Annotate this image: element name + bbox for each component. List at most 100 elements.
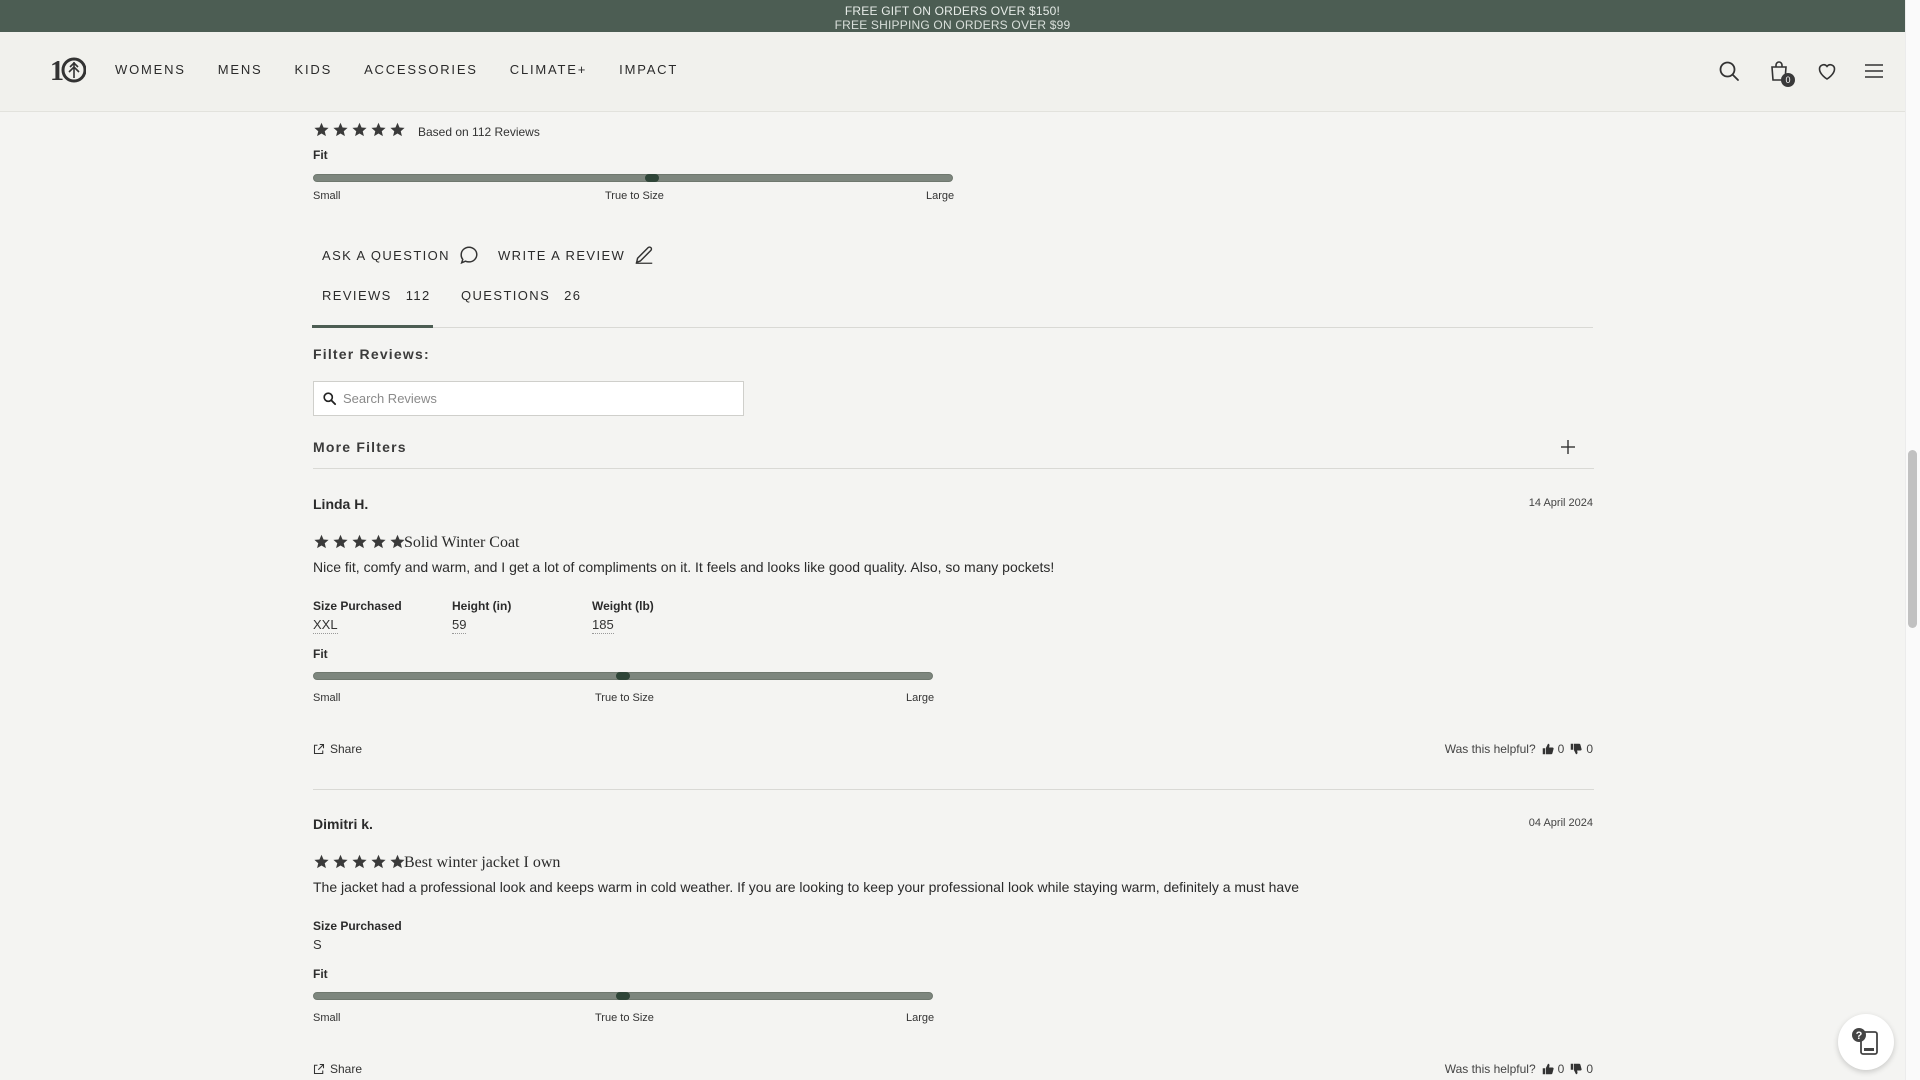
tab-reviews[interactable]: REVIEWS 112 bbox=[322, 288, 431, 303]
svg-text:?: ? bbox=[1856, 1030, 1863, 1042]
star-icon bbox=[313, 533, 330, 550]
thumbs-down-icon bbox=[1571, 743, 1582, 755]
reviewer-name: Dimitri k. bbox=[313, 816, 373, 832]
fit-mid-label: True to Size bbox=[605, 190, 664, 202]
thumbs-up-button[interactable]: 0 bbox=[1542, 1062, 1564, 1076]
tab-questions-label: QUESTIONS bbox=[461, 288, 551, 303]
nav-impact[interactable]: IMPACT bbox=[619, 62, 678, 77]
star-icon bbox=[351, 121, 368, 138]
nav-kids[interactable]: KIDS bbox=[295, 62, 333, 77]
review-fit-bar bbox=[313, 672, 933, 680]
share-button[interactable]: Share bbox=[313, 742, 362, 756]
summary-fit-label: Fit bbox=[313, 148, 328, 162]
fit-max-label: Large bbox=[906, 1012, 935, 1024]
write-review-label: WRITE A REVIEW bbox=[498, 247, 626, 263]
review-count-summary: Based on 112 Reviews bbox=[418, 125, 540, 139]
nav-mens[interactable]: MENS bbox=[218, 62, 263, 77]
heart-icon[interactable] bbox=[1815, 59, 1839, 83]
attr-value-weight: 185 bbox=[592, 617, 614, 634]
nav-accessories[interactable]: ACCESSORIES bbox=[364, 62, 478, 77]
pencil-icon bbox=[635, 246, 653, 264]
thumbs-down-button[interactable]: 0 bbox=[1570, 1062, 1593, 1076]
fit-mid-label: True to Size bbox=[595, 692, 654, 704]
star-icon bbox=[370, 121, 387, 138]
search-reviews-input[interactable] bbox=[343, 391, 733, 406]
star-icon bbox=[370, 533, 387, 550]
hamburger-menu-icon[interactable] bbox=[1862, 59, 1886, 83]
fit-marker bbox=[616, 672, 630, 680]
attr-label-size: Size Purchased bbox=[313, 919, 402, 933]
tab-reviews-count: 112 bbox=[405, 288, 431, 303]
write-review-button[interactable]: WRITE A REVIEW bbox=[498, 244, 655, 266]
share-icon bbox=[313, 743, 325, 755]
speech-bubble-icon bbox=[460, 246, 478, 265]
fit-marker bbox=[616, 992, 630, 1000]
attr-label-weight: Weight (lb) bbox=[592, 599, 654, 613]
announcement-text-secondary: FREE SHIPPING ON ORDERS OVER $99 bbox=[834, 18, 1071, 32]
fit-min-label: Small bbox=[313, 692, 341, 704]
share-label: Share bbox=[330, 1062, 363, 1076]
attr-value-height: 59 bbox=[452, 617, 467, 634]
tab-questions-count: 26 bbox=[564, 288, 582, 303]
filter-reviews-title: Filter Reviews: bbox=[313, 346, 430, 362]
plus-icon bbox=[1561, 440, 1575, 454]
tab-reviews-label: REVIEWS bbox=[322, 288, 392, 303]
scrollbar-thumb[interactable] bbox=[1908, 450, 1917, 628]
review-title: Solid Winter Coat bbox=[404, 534, 520, 551]
announcement-text: FREE GIFT ON ORDERS OVER $150! bbox=[844, 4, 1061, 18]
ask-question-label: ASK A QUESTION bbox=[322, 247, 450, 263]
bag-count-badge: 0 bbox=[1781, 73, 1795, 87]
star-icon bbox=[313, 853, 330, 870]
star-icon bbox=[351, 853, 368, 870]
ask-question-button[interactable]: ASK A QUESTION bbox=[322, 244, 480, 266]
tabs-divider bbox=[312, 327, 1593, 328]
review-title: Best winter jacket I own bbox=[404, 854, 561, 871]
active-tab-indicator bbox=[312, 325, 433, 328]
review-fit-label: Fit bbox=[313, 967, 328, 981]
review-body: The jacket had a professional look and k… bbox=[313, 879, 1299, 895]
main-nav: WOMENS MENS KIDS ACCESSORIES CLIMATE+ IM… bbox=[115, 62, 710, 77]
star-icon bbox=[370, 853, 387, 870]
site-header: 1 WOMENS MENS KIDS ACCESSORIES CLIMATE+ … bbox=[0, 32, 1905, 112]
star-icon bbox=[332, 853, 349, 870]
nav-climate[interactable]: CLIMATE+ bbox=[510, 62, 587, 77]
fit-marker bbox=[645, 174, 660, 182]
thumbs-down-count: 0 bbox=[1586, 742, 1593, 756]
fit-mid-label: True to Size bbox=[595, 1012, 654, 1024]
fit-min-label: Small bbox=[313, 1012, 341, 1024]
review-fit-label: Fit bbox=[313, 647, 328, 661]
thumbs-down-button[interactable]: 0 bbox=[1570, 742, 1593, 756]
review-date: 14 April 2024 bbox=[1528, 497, 1593, 509]
share-label: Share bbox=[330, 742, 363, 756]
summary-fit-bar bbox=[313, 174, 953, 182]
attr-label-size: Size Purchased bbox=[313, 599, 402, 613]
star-icon bbox=[351, 533, 368, 550]
help-chat-button[interactable]: ? bbox=[1838, 1014, 1894, 1070]
thumbs-up-button[interactable]: 0 bbox=[1542, 742, 1565, 756]
review-date: 04 April 2024 bbox=[1528, 817, 1593, 829]
search-icon[interactable] bbox=[1717, 59, 1741, 83]
thumbs-up-count: 0 bbox=[1557, 742, 1565, 756]
summary-star-rating bbox=[313, 121, 406, 138]
star-icon bbox=[313, 121, 330, 138]
search-icon bbox=[323, 392, 337, 406]
brand-logo-icon[interactable]: 1 bbox=[50, 55, 86, 85]
nav-womens[interactable]: WOMENS bbox=[115, 62, 186, 77]
review-divider bbox=[313, 789, 1594, 790]
more-filters-toggle[interactable]: More Filters bbox=[313, 437, 1594, 469]
thumbs-down-icon bbox=[1571, 1063, 1582, 1075]
helpful-label: Was this helpful? bbox=[1444, 1062, 1536, 1076]
thumbs-up-icon bbox=[1542, 1063, 1554, 1075]
share-button[interactable]: Share bbox=[313, 1062, 362, 1076]
reviewer-name: Linda H. bbox=[313, 496, 369, 512]
helpful-vote: Was this helpful? 0 0 bbox=[1445, 742, 1593, 756]
fit-max-label: Large bbox=[906, 692, 935, 704]
tab-questions[interactable]: QUESTIONS 26 bbox=[461, 288, 581, 303]
review-fit-bar bbox=[313, 992, 933, 1000]
fit-max-label: Large bbox=[926, 190, 955, 202]
attr-value-size: S bbox=[313, 937, 322, 952]
search-reviews-box bbox=[313, 381, 744, 416]
review-body: Nice fit, comfy and warm, and I get a lo… bbox=[313, 559, 1055, 575]
attr-value-size: XXL bbox=[313, 617, 338, 634]
star-icon bbox=[389, 121, 406, 138]
